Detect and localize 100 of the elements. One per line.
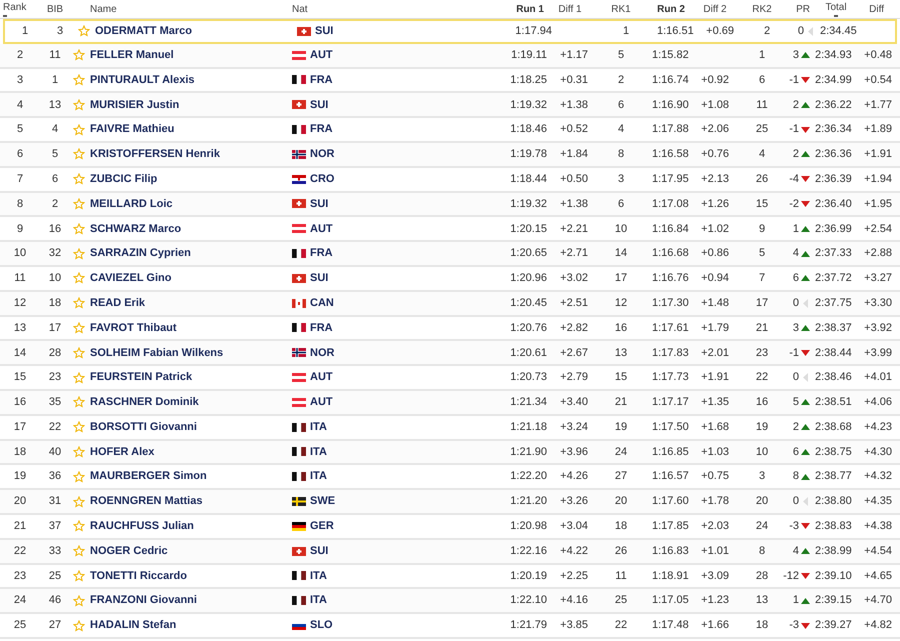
time-difference: +3.24	[560, 420, 588, 433]
star-icon[interactable]	[73, 49, 85, 62]
column-header[interactable]: BIB	[46, 2, 64, 16]
result-row[interactable]: 13 17 FAVROT Thibaut FRA 1:20.76 +2.82 16 1:17.61 +1.79 21 3 2:38.37 +3.92	[0, 316, 900, 342]
column-header[interactable]: Name	[90, 2, 117, 16]
run-rank: 24	[756, 520, 768, 532]
star-icon[interactable]	[73, 496, 85, 508]
nation-code: AUT	[310, 222, 333, 237]
star-icon[interactable]	[73, 322, 85, 334]
time-difference: +3.09	[701, 570, 729, 582]
column-header[interactable]: Run 1	[516, 2, 544, 16]
bib-text: 22	[48, 420, 62, 433]
result-row[interactable]: 16 35 RASCHNER Dominik AUT 1:21.34 +3.40 21 1:17.17 +1.35 16 5 2:38.51 +4.06	[0, 390, 900, 416]
athlete-name[interactable]: FEURSTEIN Patrick	[90, 371, 192, 384]
result-row[interactable]: 23 25 TONETTI Riccardo ITA 1:20.19 +2.25 11 1:18.91 +3.09 28 -12 2:39.10 +4.65	[0, 564, 900, 590]
result-row[interactable]: 18 40 HOFER Alex ITA 1:21.90 +3.96 24 1:16.85 +1.03 10 6 2:38.75 +4.30	[0, 440, 900, 466]
result-row[interactable]: 4 13 MURISIER Justin SUI 1:19.32 +1.38 6 1:16.90 +1.08 11 2 2:36.22 +1.77	[0, 93, 900, 118]
star-icon[interactable]	[73, 470, 85, 483]
athlete-name[interactable]: FAVROT Thibaut	[90, 322, 177, 334]
star-icon[interactable]	[73, 297, 85, 310]
rank-text: 14	[14, 346, 26, 358]
time-difference: +1.66	[701, 619, 729, 632]
athlete-name[interactable]: PINTURAULT Alexis	[90, 74, 195, 86]
star-icon[interactable]	[73, 124, 85, 136]
athlete-name[interactable]: FAIVRE Mathieu	[90, 123, 174, 136]
star-icon[interactable]	[73, 173, 85, 186]
time-difference: +4.01	[864, 371, 892, 384]
athlete-name[interactable]: READ Erik	[90, 296, 146, 309]
result-row[interactable]: 8 2 MEILLARD Loic SUI 1:19.32 +1.38 6 1:17.08 +1.26 15 -2 2:36.40 +1.95	[0, 192, 900, 218]
star-icon[interactable]	[78, 25, 90, 38]
athlete-name[interactable]: SARRAZIN Cyprien	[90, 247, 191, 260]
athlete-name[interactable]: FELLER Manuel	[90, 48, 174, 61]
result-row[interactable]: 10 32 SARRAZIN Cyprien FRA 1:20.65 +2.71 14 1:16.68 +0.86 5 4 2:37.33 +2.88	[0, 242, 900, 267]
column-header[interactable]: Diff 1	[558, 2, 582, 16]
result-row[interactable]: 24 46 FRANZONI Giovanni ITA 1:22.10 +4.16 25 1:17.05 +1.23 13 1 2:39.15 +4.70	[0, 589, 900, 614]
athlete-name[interactable]: MURISIER Justin	[90, 98, 180, 111]
athlete-name[interactable]: KRISTOFFERSEN Henrik	[90, 148, 220, 160]
star-icon[interactable]	[73, 520, 85, 532]
star-icon[interactable]	[73, 446, 85, 458]
athlete-name[interactable]: FRANZONI Giovanni	[90, 594, 197, 606]
result-row[interactable]: 3 1 PINTURAULT Alexis FRA 1:18.25 +0.31 2 1:16.74 +0.92 6 -1 2:34.99 +0.54	[0, 68, 900, 94]
time-difference: +3.02	[560, 272, 588, 284]
athlete-name[interactable]: TONETTI Riccardo	[90, 570, 187, 582]
star-icon[interactable]	[73, 594, 85, 607]
column-header[interactable]: Diff	[869, 2, 884, 16]
result-row[interactable]: 14 28 SOLHEIM Fabian Wilkens NOR 1:20.61 +2.67 13 1:17.83 +2.01 23 -1 2:38.44 +3.99	[0, 341, 900, 366]
athlete-name[interactable]: ZUBCIC Filip	[90, 172, 158, 185]
athlete-name[interactable]: NOGER Cedric	[90, 544, 168, 557]
column-header[interactable]: Nat	[292, 2, 308, 16]
column-header[interactable]: Run 2	[657, 2, 685, 16]
athlete-name[interactable]: MAURBERGER Simon	[90, 470, 207, 482]
star-icon[interactable]	[73, 570, 85, 582]
time-difference: +3.30	[864, 296, 892, 309]
athlete-name[interactable]: HOFER Alex	[90, 446, 154, 458]
total-time: 2:37.72	[815, 272, 852, 284]
left-arrow-icon	[808, 26, 813, 36]
result-row[interactable]: 22 33 NOGER Cedric SUI 1:22.16 +4.22 26 1:16.83 +1.01 8 4 2:38.99 +4.54	[0, 540, 900, 565]
result-row[interactable]: 12 18 READ Erik CAN 1:20.45 +2.51 12 1:17.30 +1.48 17 0 2:37.75 +3.30	[0, 292, 900, 317]
column-header[interactable]: Total	[825, 0, 847, 15]
column-header[interactable]: Diff 2	[703, 2, 727, 16]
athlete-name[interactable]: MEILLARD Loic	[90, 198, 172, 210]
column-header[interactable]: Rank	[3, 0, 26, 15]
athlete-name[interactable]: HADALIN Stefan	[90, 619, 176, 632]
star-icon[interactable]	[73, 396, 85, 408]
athlete-name[interactable]: SCHWARZ Marco	[90, 222, 182, 235]
star-icon[interactable]	[73, 346, 85, 359]
rank-text: 24	[14, 594, 26, 606]
total-time: 2:34.45	[820, 25, 857, 38]
column-header[interactable]: RK2	[752, 2, 772, 16]
run-time: 1:17.85	[652, 520, 689, 532]
star-icon[interactable]	[73, 248, 85, 260]
star-icon[interactable]	[73, 372, 85, 384]
athlete-name[interactable]: CAVIEZEL Gino	[90, 272, 172, 284]
star-icon[interactable]	[73, 620, 85, 632]
result-row[interactable]: 6 5 KRISTOFFERSEN Henrik NOR 1:19.78 +1.84 8 1:16.58 +0.76 4 2 2:36.36 +1.91	[0, 142, 900, 168]
athlete-name[interactable]: ODERMATT Marco	[95, 25, 192, 38]
time-difference: +0.48	[864, 48, 892, 61]
star-icon[interactable]	[73, 421, 85, 434]
star-icon[interactable]	[73, 198, 85, 210]
column-header[interactable]: PR	[796, 2, 810, 16]
star-icon[interactable]	[73, 98, 85, 111]
position-change: 8	[792, 469, 799, 484]
star-icon[interactable]	[73, 272, 85, 284]
athlete-name[interactable]: SOLHEIM Fabian Wilkens	[90, 346, 224, 358]
star-icon[interactable]	[73, 74, 85, 86]
star-icon[interactable]	[73, 222, 85, 235]
athlete-name[interactable]: RAUCHFUSS Julian	[90, 520, 194, 532]
athlete-name[interactable]: BORSOTTI Giovanni	[90, 420, 197, 433]
bib-text: 11	[49, 48, 61, 61]
run-rank: 11	[756, 98, 768, 111]
star-icon[interactable]	[73, 148, 85, 160]
athlete-name[interactable]: ROENNGREN Mattias	[90, 495, 202, 508]
column-header[interactable]: RK1	[611, 2, 631, 16]
nation-code: FRA	[310, 246, 333, 262]
result-row[interactable]: 20 31 ROENNGREN Mattias SWE 1:21.20 +3.26 20 1:17.60 +1.78 20 0 2:38.80 +4.35	[0, 490, 900, 515]
flag-icon	[292, 150, 306, 159]
star-icon[interactable]	[73, 545, 85, 558]
result-row[interactable]: 1 3 ODERMATT Marco SUI 1:17.94 1 1:16.51 +0.69 2 0 2:34.45	[3, 19, 897, 44]
result-row[interactable]: 2 11 FELLER Manuel AUT 1:19.11 +1.17 5 1:15.82 1 3 2:34.93 +0.48	[0, 44, 900, 69]
athlete-name[interactable]: RASCHNER Dominik	[90, 396, 199, 408]
